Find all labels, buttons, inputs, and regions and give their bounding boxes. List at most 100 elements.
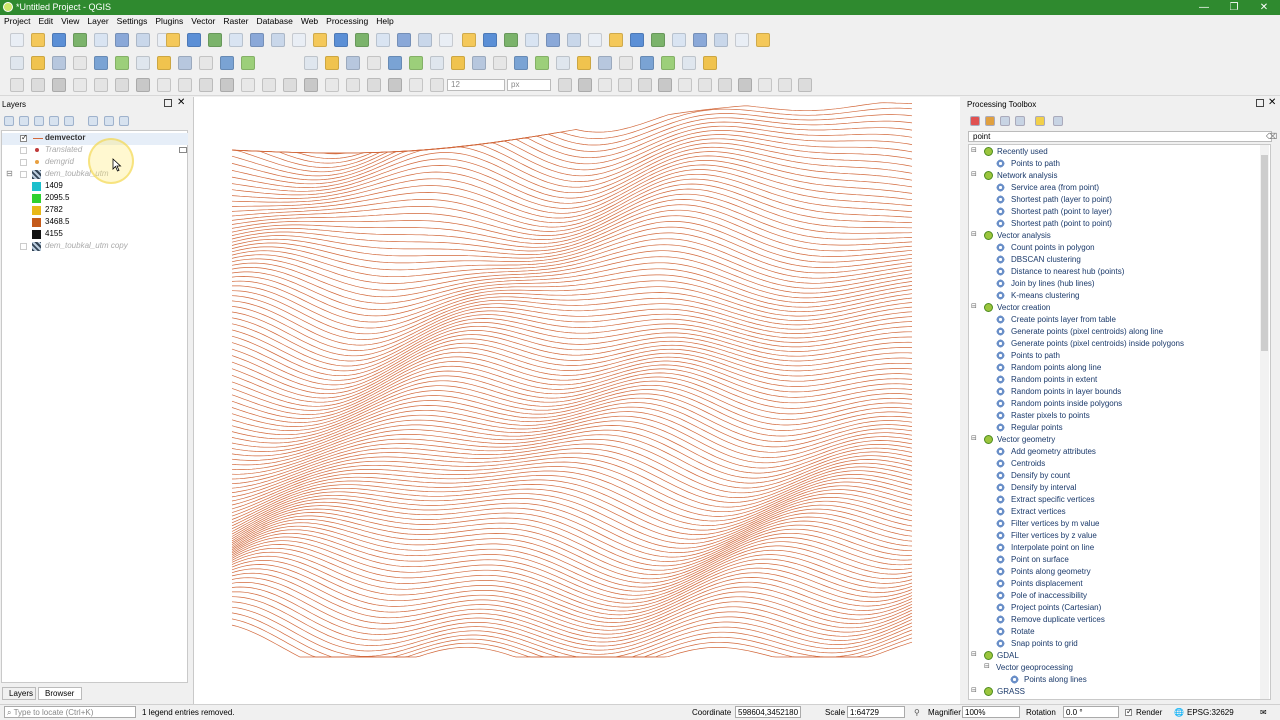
- processing-algorithm-item[interactable]: Shortest path (layer to point): [969, 194, 1259, 206]
- edit-tool-icon[interactable]: [640, 56, 654, 70]
- label-tool-icon[interactable]: [578, 78, 592, 92]
- processing-algorithm-item[interactable]: Raster pixels to points: [969, 410, 1259, 422]
- processing-algorithm-item[interactable]: Points along lines: [969, 674, 1259, 686]
- edit-tool-icon[interactable]: [619, 56, 633, 70]
- collapse-icon[interactable]: ⊟: [971, 171, 978, 179]
- menu-plugins[interactable]: Plugins: [151, 15, 187, 26]
- main-tool-icon[interactable]: [504, 33, 518, 47]
- edit-tool-icon[interactable]: [535, 56, 549, 70]
- edit-tool-icon[interactable]: [472, 56, 486, 70]
- edit-tool-icon[interactable]: [52, 56, 66, 70]
- main-tool-icon[interactable]: [271, 33, 285, 47]
- processing-algorithm-item[interactable]: Add geometry attributes: [969, 446, 1259, 458]
- processing-algorithm-item[interactable]: Project points (Cartesian): [969, 602, 1259, 614]
- collapse-icon[interactable]: ⊟: [971, 651, 978, 659]
- main-tool-icon[interactable]: [10, 33, 24, 47]
- edit-tool-icon[interactable]: [703, 56, 717, 70]
- edit-tool-icon[interactable]: [199, 56, 213, 70]
- label-tool-icon[interactable]: [31, 78, 45, 92]
- edit-tool-icon[interactable]: [304, 56, 318, 70]
- label-tool-icon[interactable]: [115, 78, 129, 92]
- processing-algorithm-item[interactable]: Rotate: [969, 626, 1259, 638]
- main-tool-icon[interactable]: [672, 33, 686, 47]
- edit-tool-icon[interactable]: [31, 56, 45, 70]
- processing-algorithm-item[interactable]: K-means clustering: [969, 290, 1259, 302]
- menu-database[interactable]: Database: [252, 15, 296, 26]
- menu-edit[interactable]: Edit: [34, 15, 57, 26]
- processing-tool-icon[interactable]: [1053, 116, 1063, 126]
- processing-algorithm-item[interactable]: Create points layer from table: [969, 314, 1259, 326]
- font-size-field[interactable]: 12: [447, 79, 505, 91]
- collapse-icon[interactable]: ⊟: [6, 169, 13, 178]
- main-tool-icon[interactable]: [355, 33, 369, 47]
- label-tool-icon[interactable]: [283, 78, 297, 92]
- main-tool-icon[interactable]: [525, 33, 539, 47]
- edit-tool-icon[interactable]: [94, 56, 108, 70]
- layer-checkbox[interactable]: [20, 147, 27, 154]
- processing-algorithm-item[interactable]: Snap points to grid: [969, 638, 1259, 650]
- label-tool-icon[interactable]: [52, 78, 66, 92]
- processing-algorithm-item[interactable]: Densify by count: [969, 470, 1259, 482]
- edit-tool-icon[interactable]: [157, 56, 171, 70]
- label-tool-icon[interactable]: [798, 78, 812, 92]
- edit-tool-icon[interactable]: [451, 56, 465, 70]
- edit-tool-icon[interactable]: [388, 56, 402, 70]
- main-tool-icon[interactable]: [250, 33, 264, 47]
- label-tool-icon[interactable]: [241, 78, 255, 92]
- main-tool-icon[interactable]: [546, 33, 560, 47]
- close-panel-icon[interactable]: ✕: [177, 97, 185, 108]
- main-tool-icon[interactable]: [462, 33, 476, 47]
- processing-algorithm-item[interactable]: Shortest path (point to point): [969, 218, 1259, 230]
- processing-algorithm-item[interactable]: Generate points (pixel centroids) inside…: [969, 338, 1259, 350]
- label-tool-icon[interactable]: [558, 78, 572, 92]
- processing-algorithm-item[interactable]: Interpolate point on line: [969, 542, 1259, 554]
- label-tool-icon[interactable]: [638, 78, 652, 92]
- main-tool-icon[interactable]: [292, 33, 306, 47]
- processing-group[interactable]: ⊟ Vector analysis: [969, 230, 1259, 242]
- edit-tool-icon[interactable]: [73, 56, 87, 70]
- processing-algorithm-item[interactable]: Random points in layer bounds: [969, 386, 1259, 398]
- edit-tool-icon[interactable]: [514, 56, 528, 70]
- edit-tool-icon[interactable]: [598, 56, 612, 70]
- render-checkbox[interactable]: [1125, 707, 1133, 716]
- processing-algorithm-item[interactable]: Random points along line: [969, 362, 1259, 374]
- main-tool-icon[interactable]: [52, 33, 66, 47]
- edit-tool-icon[interactable]: [409, 56, 423, 70]
- edit-tool-icon[interactable]: [346, 56, 360, 70]
- processing-algorithm-item[interactable]: Densify by interval: [969, 482, 1259, 494]
- layer-checkbox[interactable]: [20, 243, 27, 250]
- main-tool-icon[interactable]: [693, 33, 707, 47]
- label-tool-icon[interactable]: [136, 78, 150, 92]
- processing-algorithm-item[interactable]: Filter vertices by m value: [969, 518, 1259, 530]
- processing-algorithm-item[interactable]: Join by lines (hub lines): [969, 278, 1259, 290]
- map-canvas[interactable]: [193, 97, 960, 704]
- font-unit-select[interactable]: px: [507, 79, 551, 91]
- label-tool-icon[interactable]: [220, 78, 234, 92]
- layers-panel-tool-icon[interactable]: [4, 116, 14, 126]
- menu-view[interactable]: View: [57, 15, 83, 26]
- menu-help[interactable]: Help: [372, 15, 397, 26]
- label-tool-icon[interactable]: [598, 78, 612, 92]
- main-tool-icon[interactable]: [115, 33, 129, 47]
- main-tool-icon[interactable]: [334, 33, 348, 47]
- edit-tool-icon[interactable]: [430, 56, 444, 70]
- edit-tool-icon[interactable]: [325, 56, 339, 70]
- processing-algorithm-item[interactable]: Points to path: [969, 350, 1259, 362]
- edit-tool-icon[interactable]: [367, 56, 381, 70]
- label-tool-icon[interactable]: [718, 78, 732, 92]
- processing-algorithm-item[interactable]: Generate points (pixel centroids) along …: [969, 326, 1259, 338]
- processing-algorithm-item[interactable]: Distance to nearest hub (points): [969, 266, 1259, 278]
- label-tool-icon[interactable]: [157, 78, 171, 92]
- label-tool-icon[interactable]: [430, 78, 444, 92]
- layers-panel-tool-icon[interactable]: [19, 116, 29, 126]
- layers-panel-tool-icon[interactable]: [34, 116, 44, 126]
- processing-algorithm-item[interactable]: Centroids: [969, 458, 1259, 470]
- layers-panel-tool-icon[interactable]: [104, 116, 114, 126]
- processing-tool-icon[interactable]: [1000, 116, 1010, 126]
- label-tool-icon[interactable]: [367, 78, 381, 92]
- vertical-scrollbar[interactable]: [1260, 145, 1269, 699]
- edit-tool-icon[interactable]: [241, 56, 255, 70]
- edit-tool-icon[interactable]: [115, 56, 129, 70]
- main-tool-icon[interactable]: [229, 33, 243, 47]
- edit-tool-icon[interactable]: [136, 56, 150, 70]
